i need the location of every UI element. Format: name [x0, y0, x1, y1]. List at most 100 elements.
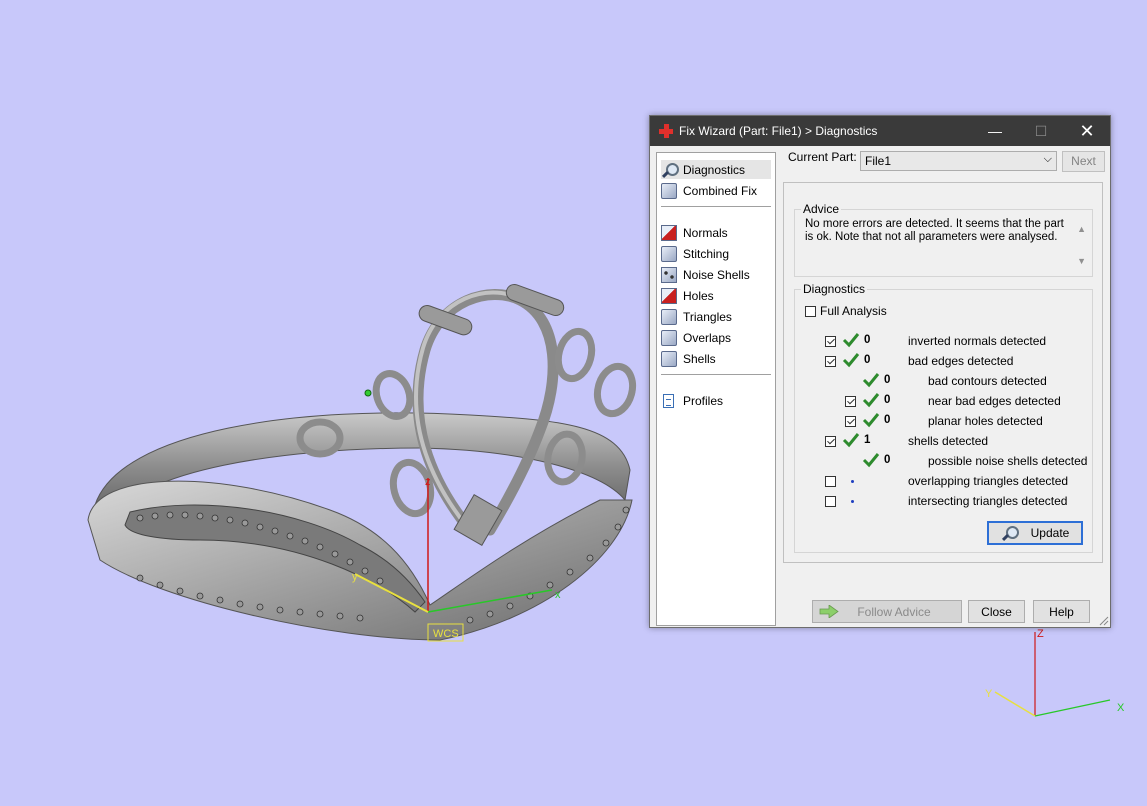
nav-item-label: Shells: [683, 351, 716, 366]
corner-axis-label-z: Z: [1037, 628, 1044, 640]
full-analysis-label: Full Analysis: [820, 304, 887, 318]
check-icon: [862, 413, 880, 428]
bad-contours-count: 0: [884, 374, 891, 386]
advice-group-title: Advice: [801, 202, 842, 216]
nav-item-label: Triangles: [683, 309, 732, 324]
magnifier-icon: [661, 162, 679, 178]
advice-text: No more errors are detected. It seems th…: [805, 218, 1075, 268]
nav-item-triangles[interactable]: Triangles: [661, 307, 771, 326]
scroll-down-icon[interactable]: ▼: [1077, 256, 1086, 266]
inverted-normals-count: 0: [864, 334, 871, 346]
nav-item-label: Overlaps: [683, 330, 732, 345]
nav-item-label: Diagnostics: [683, 162, 746, 177]
scroll-up-icon[interactable]: ▲: [1077, 224, 1086, 234]
current-part-label: Current Part:: [788, 150, 857, 164]
bad-edges-checkbox[interactable]: [825, 356, 836, 367]
check-icon: [862, 373, 880, 388]
check-icon: [842, 433, 860, 448]
cube-icon: [661, 182, 677, 199]
update-label: Update: [1030, 526, 1070, 540]
nav-separator: [661, 374, 771, 375]
intersecting-triangles-checkbox[interactable]: [825, 496, 836, 507]
noise-shells-icon: [661, 266, 677, 283]
not-analysed-icon: [851, 480, 854, 483]
axis-label-y: y: [352, 571, 358, 583]
check-icon: [862, 393, 880, 408]
inverted-normals-checkbox[interactable]: [825, 336, 836, 347]
planar-holes-checkbox[interactable]: [845, 416, 856, 427]
full-analysis-checkbox[interactable]: [805, 305, 816, 317]
nav-item-diagnostics[interactable]: Diagnostics: [661, 160, 771, 179]
axis-label-wcs: WCS: [433, 628, 459, 640]
app-cross-icon: [659, 124, 673, 138]
normals-cube-icon: [661, 224, 677, 241]
nav-item-noise-shells[interactable]: Noise Shells: [661, 265, 771, 284]
not-analysed-icon: [851, 500, 854, 503]
check-icon: [842, 333, 860, 348]
shells-count: 1: [864, 434, 871, 446]
magnifier-icon: [1001, 525, 1019, 542]
axis-label-z: z: [425, 476, 431, 488]
near-bad-edges-label: near bad edges detected: [928, 394, 1061, 408]
minimize-button[interactable]: —: [972, 116, 1018, 146]
holes-cube-icon: [661, 287, 677, 304]
corner-axis-label-x: X: [1117, 702, 1125, 714]
near-bad-edges-count: 0: [884, 394, 891, 406]
advice-group: Advice No more errors are detected. It s…: [794, 202, 1093, 277]
dialog-title: Fix Wizard (Part: File1) > Diagnostics: [679, 124, 878, 138]
full-analysis-option[interactable]: Full Analysis: [805, 302, 887, 320]
nav-item-label: Combined Fix: [683, 183, 758, 198]
axis-label-x: x: [555, 589, 561, 601]
fix-wizard-dialog: Fix Wizard (Part: File1) > Diagnostics —…: [649, 115, 1111, 628]
overlaps-cube-icon: [661, 329, 677, 346]
diagnostics-panel: Advice No more errors are detected. It s…: [783, 182, 1103, 563]
shells-checkbox[interactable]: [825, 436, 836, 447]
overlapping-triangles-checkbox[interactable]: [825, 476, 836, 487]
follow-advice-button[interactable]: Follow Advice: [812, 600, 962, 623]
close-button[interactable]: Close: [968, 600, 1025, 623]
planar-holes-count: 0: [884, 414, 891, 426]
nav-item-combined-fix[interactable]: Combined Fix: [661, 181, 771, 200]
stitching-cube-icon: [661, 245, 677, 262]
diagnostics-group-title: Diagnostics: [801, 282, 868, 296]
nav-item-holes[interactable]: Holes: [661, 286, 771, 305]
maximize-button[interactable]: ☐: [1018, 116, 1064, 146]
nav-item-stitching[interactable]: Stitching: [661, 244, 771, 263]
help-button[interactable]: Help: [1033, 600, 1090, 623]
arrow-right-icon: [819, 605, 839, 618]
wizard-nav: Diagnostics Combined Fix Normals Stitchi…: [656, 152, 776, 626]
nav-item-label: Holes: [683, 288, 714, 303]
title-bar[interactable]: Fix Wizard (Part: File1) > Diagnostics —…: [650, 116, 1110, 146]
nav-item-label: Noise Shells: [683, 267, 750, 282]
follow-advice-label: Follow Advice: [857, 604, 931, 619]
chevron-down-icon: ⌵: [1043, 153, 1052, 165]
check-icon: [862, 453, 880, 468]
nav-item-profiles[interactable]: Profiles: [661, 391, 771, 410]
near-bad-edges-checkbox[interactable]: [845, 396, 856, 407]
noise-shells-count: 0: [884, 454, 891, 466]
inverted-normals-label: inverted normals detected: [908, 334, 1047, 348]
triangles-cube-icon: [661, 308, 677, 325]
next-button[interactable]: Next: [1062, 151, 1105, 172]
diagnostics-group: Diagnostics Full Analysis 0 inverted nor…: [794, 282, 1093, 553]
shells-cube-icon: [661, 350, 677, 367]
nav-item-label: Normals: [683, 225, 728, 240]
bad-edges-label: bad edges detected: [908, 354, 1014, 368]
resize-grip-icon[interactable]: [1099, 616, 1109, 626]
bad-edges-count: 0: [864, 354, 871, 366]
overlapping-triangles-label: overlapping triangles detected: [908, 474, 1069, 488]
current-part-value: File1: [865, 154, 892, 168]
nav-item-normals[interactable]: Normals: [661, 223, 771, 242]
current-part-select[interactable]: File1 ⌵: [860, 151, 1057, 171]
nav-item-overlaps[interactable]: Overlaps: [661, 328, 771, 347]
intersecting-triangles-label: intersecting triangles detected: [908, 494, 1068, 508]
document-icon: [661, 393, 677, 409]
close-window-button[interactable]: ✕: [1064, 116, 1110, 146]
nav-item-shells[interactable]: Shells: [661, 349, 771, 368]
planar-holes-label: planar holes detected: [928, 414, 1043, 428]
nav-item-label: Stitching: [683, 246, 730, 261]
bad-contours-label: bad contours detected: [928, 374, 1047, 388]
nav-item-label: Profiles: [683, 393, 724, 408]
update-button[interactable]: Update: [987, 521, 1083, 545]
check-icon: [842, 353, 860, 368]
